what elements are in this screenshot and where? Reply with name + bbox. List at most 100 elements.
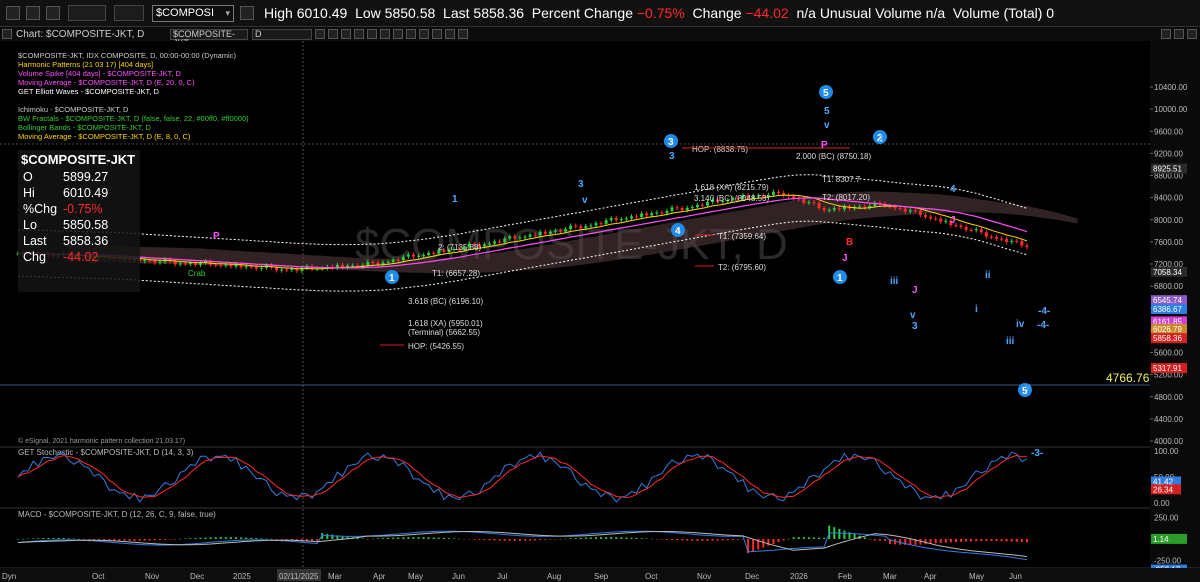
menu-icon[interactable] [6, 6, 20, 20]
toolbar-button-10[interactable] [432, 29, 442, 39]
toolbar-button-7[interactable] [393, 29, 403, 39]
toolbar-field-a[interactable] [68, 5, 106, 21]
toolbar-button-8[interactable] [406, 29, 416, 39]
percent-change-value: −0.75% [636, 5, 685, 21]
candle-body [827, 209, 831, 211]
toolbar-button-6[interactable] [380, 29, 390, 39]
candle-body [680, 208, 684, 211]
time-tick-label: Mar [328, 572, 342, 581]
macd-histogram-bar [691, 539, 694, 541]
macd-histogram-bar [615, 537, 618, 539]
legend-entry[interactable]: Moving Average - $COMPOSITE-JKT, D (E, 8… [18, 132, 249, 141]
legend-entry[interactable]: Bollinger Bands - $COMPOSITE-JKT, D [18, 123, 249, 132]
candle-body [183, 263, 187, 265]
legend-entry[interactable]: $COMPOSITE-JKT, IDX COMPOSITE, D, 00:00-… [18, 51, 249, 60]
legend-entry[interactable]: Harmonic Patterns (21 03 17) [404 days] [18, 60, 249, 69]
stoch-k-line [17, 451, 1028, 503]
ohlc-value: 6010.49 [63, 186, 109, 200]
candle-body [482, 244, 486, 247]
stoch-tick-label: 0.00 [1154, 499, 1170, 508]
macd-histogram-bar [123, 539, 126, 541]
price-tag-label: 5858.36 [1153, 334, 1182, 343]
macd-histogram-bar [539, 539, 542, 541]
time-tick-label: Nov [145, 572, 159, 581]
toolbar-button-1[interactable] [315, 29, 325, 39]
macd-histogram-bar [453, 538, 456, 539]
macd-histogram-bar [478, 539, 481, 540]
legend-entry[interactable]: Ichimoku - $COMPOSITE-JKT, D [18, 105, 249, 114]
macd-histogram-bar [468, 539, 471, 540]
candle-body [579, 226, 583, 229]
wave-label: J [912, 285, 918, 296]
price-tick-label: 4800.00 [1154, 393, 1183, 402]
minimize-icon[interactable] [1161, 29, 1171, 39]
macd-histogram-bar [549, 539, 552, 540]
symbol-input[interactable]: $COMPOSI ▾ [152, 4, 234, 22]
high-label: High [264, 5, 293, 21]
macd-histogram-bar [792, 537, 795, 539]
legend-entry[interactable]: Moving Average - $COMPOSITE-JKT, D (E, 2… [18, 78, 249, 87]
candle-body [406, 254, 410, 257]
legend-entry[interactable]: GET Elliott Waves - $COMPOSITE-JKT, D [18, 87, 249, 96]
time-tick-label: Dec [745, 572, 759, 581]
candle-body [1025, 245, 1029, 248]
window-menu-icon[interactable] [2, 29, 12, 39]
candle-body [143, 260, 147, 262]
candle-body [858, 206, 862, 208]
macd-histogram-bar [726, 539, 729, 541]
candle-body [513, 236, 517, 239]
ohlc-key: %Chg [23, 202, 58, 216]
candle-body [249, 266, 253, 268]
wave-label: 1 [389, 273, 395, 284]
ohlc-key: O [23, 170, 33, 184]
copyright-note: © eSignal, 2021 harmonic pattern collect… [18, 437, 185, 445]
toolbar-button-2[interactable] [328, 29, 338, 39]
toolbar-button-11[interactable] [445, 29, 455, 39]
stochastic-lines [17, 451, 1028, 503]
close-icon[interactable] [1187, 29, 1197, 39]
toolbar-field-b[interactable] [114, 5, 144, 21]
candle-body [543, 231, 547, 234]
candle-body [939, 218, 943, 222]
macd-histogram-bar [600, 537, 603, 539]
macd-histogram-bar [118, 539, 121, 541]
macd-histogram-bar [630, 537, 633, 539]
candle-body [193, 262, 197, 265]
macd-histogram-bar [655, 539, 658, 540]
toolbar-button-5[interactable] [367, 29, 377, 39]
macd-histogram-bar [407, 537, 410, 539]
macd-histogram-bar [605, 537, 608, 539]
window-symbol-field[interactable]: $COMPOSITE-JKT [170, 28, 248, 47]
macd-histogram-bar [447, 538, 450, 539]
macd-histogram-bar [909, 539, 912, 545]
macd-histogram-bar [82, 539, 85, 540]
toolbar-button-3[interactable] [341, 29, 351, 39]
macd-histogram-bar [960, 539, 963, 542]
price-tag-label: 7058.34 [1153, 268, 1182, 277]
ohlc-value: -0.75% [63, 202, 103, 216]
link-icon[interactable] [26, 6, 40, 20]
legend-entry[interactable]: BW Fractals - $COMPOSITE-JKT, D (false, … [18, 114, 249, 123]
settings-icon[interactable] [46, 6, 60, 20]
maximize-icon[interactable] [1174, 29, 1184, 39]
window-interval-field[interactable]: D [252, 28, 312, 40]
toolbar-button-4[interactable] [354, 29, 364, 39]
macd-histogram-bar [863, 537, 866, 539]
wave-label: -4- [1037, 320, 1049, 331]
macd-histogram-bar [812, 537, 815, 539]
toolbar-button-12[interactable] [458, 29, 468, 39]
macd-histogram-bar [965, 539, 968, 542]
candle-body [817, 203, 821, 209]
volume-label: Volume (Total) [952, 5, 1043, 21]
candle-body [518, 237, 522, 239]
candle-body [969, 230, 973, 232]
macd-histogram-bar [944, 539, 947, 543]
gear-icon[interactable] [240, 6, 254, 20]
toolbar-button-9[interactable] [419, 29, 429, 39]
macd-histogram-bar [868, 538, 871, 540]
candle-body [178, 263, 182, 265]
chevron-down-icon[interactable]: ▾ [225, 8, 230, 19]
macd-histogram-bar [650, 538, 653, 540]
legend-entry[interactable]: Volume Spike [404 days] - $COMPOSITE-JKT… [18, 69, 249, 78]
legend-entry[interactable] [18, 96, 249, 105]
